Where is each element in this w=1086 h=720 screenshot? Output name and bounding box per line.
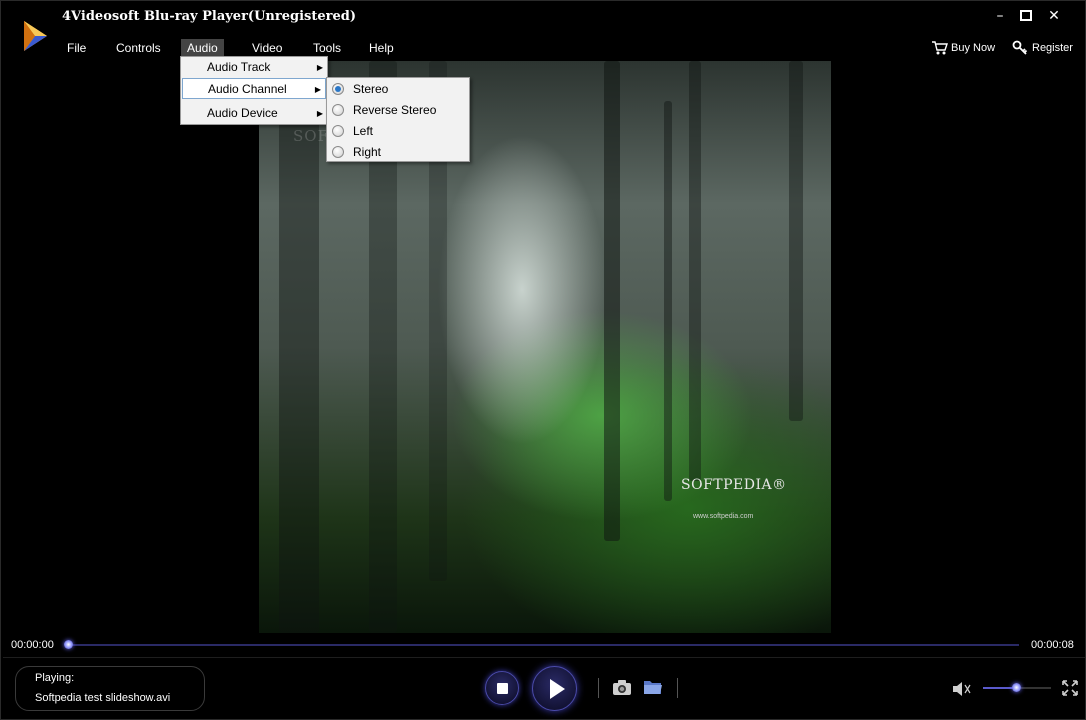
menu-item-audio-channel[interactable]: Audio Channel ▶	[182, 78, 326, 99]
now-playing-label: Playing:	[35, 672, 75, 684]
player-window: 4Videosoft Blu-ray Player(Unregistered) …	[0, 0, 1086, 720]
tree-shape	[664, 101, 672, 501]
radio-checked-icon	[332, 83, 344, 95]
submenu-arrow-icon: ▶	[314, 85, 321, 94]
channel-option-left[interactable]: Left	[327, 121, 469, 142]
audio-menu: Audio Track ▶ Audio Channel ▶ Audio Devi…	[180, 56, 328, 125]
stop-button[interactable]	[485, 671, 519, 705]
fullscreen-icon[interactable]	[1061, 679, 1079, 697]
seek-bar[interactable]	[67, 644, 1019, 646]
volume-handle[interactable]	[1012, 683, 1021, 692]
menu-file[interactable]: File	[67, 39, 86, 57]
video-brand-text: SOFTPEDIA®	[681, 477, 787, 493]
radio-unchecked-icon	[332, 104, 344, 116]
current-time: 00:00:00	[11, 639, 54, 651]
camera-icon[interactable]	[611, 677, 633, 697]
menu-controls[interactable]: Controls	[116, 39, 161, 57]
window-title: 4Videosoft Blu-ray Player(Unregistered)	[62, 9, 356, 24]
tree-shape	[689, 61, 701, 481]
menu-tools[interactable]: Tools	[313, 39, 341, 57]
now-playing-panel: Playing: Softpedia test slideshow.avi	[15, 666, 205, 711]
menu-item-label: Audio Track	[207, 60, 271, 74]
register-label: Register	[1032, 42, 1073, 54]
tree-shape	[789, 61, 803, 421]
submenu-arrow-icon: ▶	[316, 109, 323, 118]
seek-handle[interactable]	[64, 640, 73, 649]
menu-item-label: Audio Channel	[208, 82, 287, 96]
toolbar-separator	[677, 678, 678, 698]
buy-now-button[interactable]: Buy Now	[931, 39, 1001, 57]
tree-shape	[279, 61, 319, 633]
video-area[interactable]: SOFTPEDIA® www.softpedia.com SOFTPEDIA	[3, 61, 1085, 633]
radio-unchecked-icon	[332, 125, 344, 137]
channel-option-reverse-stereo[interactable]: Reverse Stereo	[327, 100, 469, 121]
menu-video[interactable]: Video	[252, 39, 282, 57]
channel-option-label: Stereo	[353, 82, 389, 96]
tree-shape	[604, 61, 620, 541]
register-button[interactable]: Register	[1012, 39, 1078, 57]
menu-audio[interactable]: Audio	[181, 39, 224, 57]
menu-item-label: Audio Device	[207, 106, 278, 120]
minimize-button[interactable]: –	[991, 7, 1009, 25]
channel-option-label: Right	[353, 145, 382, 159]
submenu-arrow-icon: ▶	[316, 63, 323, 72]
now-playing-file: Softpedia test slideshow.avi	[35, 692, 171, 704]
channel-option-label: Reverse Stereo	[353, 103, 437, 117]
total-time: 00:00:08	[1031, 639, 1074, 651]
app-logo-icon	[24, 21, 47, 51]
buy-now-label: Buy Now	[951, 42, 996, 54]
toolbar-separator	[598, 678, 599, 698]
menu-item-audio-device[interactable]: Audio Device ▶	[181, 103, 327, 124]
channel-option-stereo[interactable]: Stereo	[327, 79, 469, 100]
video-url-text: www.softpedia.com	[693, 513, 754, 520]
radio-unchecked-icon	[332, 146, 344, 158]
key-icon	[1012, 40, 1028, 55]
menu-help[interactable]: Help	[369, 39, 394, 57]
play-button[interactable]	[532, 666, 577, 711]
speaker-icon[interactable]	[951, 680, 973, 698]
cart-icon	[932, 41, 948, 55]
title-bar: 4Videosoft Blu-ray Player(Unregistered) …	[1, 1, 1086, 51]
divider	[3, 657, 1085, 658]
channel-option-right[interactable]: Right	[327, 142, 469, 163]
audio-channel-submenu: Stereo Reverse Stereo Left Right	[326, 77, 470, 162]
channel-option-label: Left	[353, 124, 374, 138]
menu-item-audio-track[interactable]: Audio Track ▶	[181, 57, 327, 78]
close-button[interactable]: ✕	[1045, 7, 1063, 25]
maximize-button[interactable]	[1017, 7, 1035, 25]
folder-icon[interactable]	[642, 677, 664, 697]
